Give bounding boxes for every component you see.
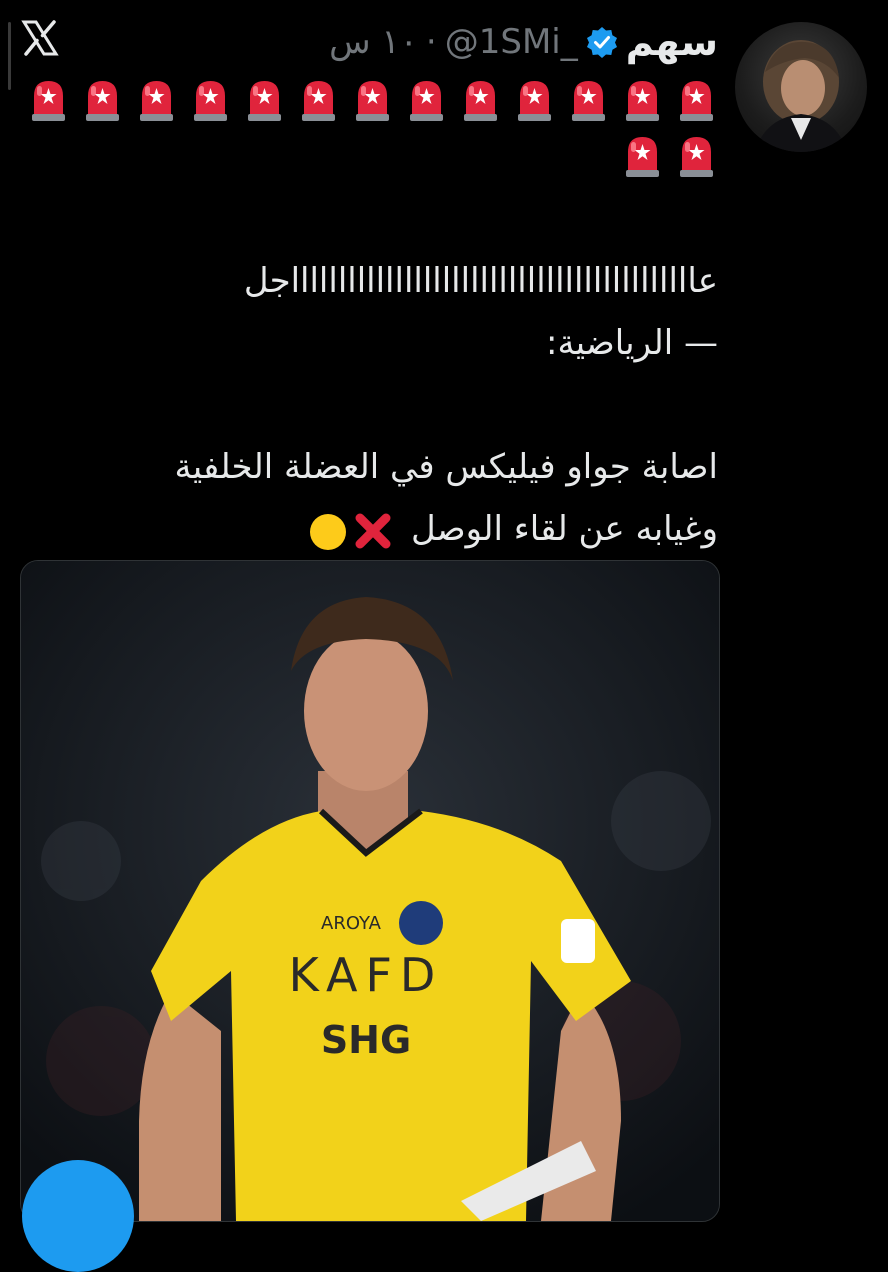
profile-avatar[interactable]: [735, 22, 867, 152]
absence-text: وغيابه عن لقاء الوصل: [411, 509, 718, 549]
siren-icon: [572, 81, 605, 121]
siren-icon: [140, 81, 173, 121]
verified-badge-icon: [586, 27, 617, 58]
siren-icon: [32, 81, 65, 121]
yellow-circle-icon: [310, 514, 347, 550]
absence-line: وغيابه عن لقاء الوصل: [28, 498, 718, 562]
jersey-brand: AROYA: [321, 913, 382, 934]
siren-icon: [518, 81, 551, 121]
siren-icon: [626, 137, 659, 177]
jersey-sponsor: KAFD: [289, 948, 444, 1002]
timestamp-separator: ·: [425, 22, 437, 62]
post-time[interactable]: ١٠ س: [329, 22, 418, 62]
league-patch-icon: [561, 919, 595, 963]
tweet-text: عااااااااااااااااااااااااااااااااااااااا…: [28, 250, 718, 562]
siren-icon: [680, 81, 713, 121]
cross-mark-icon: [355, 513, 391, 549]
siren-icon: [680, 137, 713, 177]
siren-icon: [464, 81, 497, 121]
tweet-header: سهم @1SMi_ · ١٠ س: [329, 14, 718, 70]
siren-emoji-row: [621, 132, 718, 178]
author-handle[interactable]: @1SMi_: [445, 22, 578, 62]
source-line: — الرياضية:: [545, 323, 718, 363]
status-icons: [308, 500, 394, 562]
tweet-media-image[interactable]: KAFD SHG AROYA: [20, 560, 720, 1222]
media-action-button[interactable]: [22, 1160, 134, 1272]
author-name[interactable]: سهم: [626, 20, 718, 64]
jersey-sponsor-small: SHG: [321, 1018, 411, 1062]
siren-icon: [86, 81, 119, 121]
siren-icon: [302, 81, 335, 121]
siren-icon: [356, 81, 389, 121]
siren-emoji-row: [27, 76, 718, 122]
scroll-indicator[interactable]: [8, 22, 11, 90]
siren-icon: [626, 81, 659, 121]
siren-icon: [194, 81, 227, 121]
x-logo-icon[interactable]: [20, 18, 60, 58]
siren-icon: [248, 81, 281, 121]
siren-icon: [410, 81, 443, 121]
headline-urgent: عااااااااااااااااااااااااااااااااااااااا…: [243, 261, 718, 301]
injury-line: اصابة جواو فيليكس في العضلة الخلفية: [174, 447, 718, 487]
club-crest-icon: [399, 901, 443, 945]
